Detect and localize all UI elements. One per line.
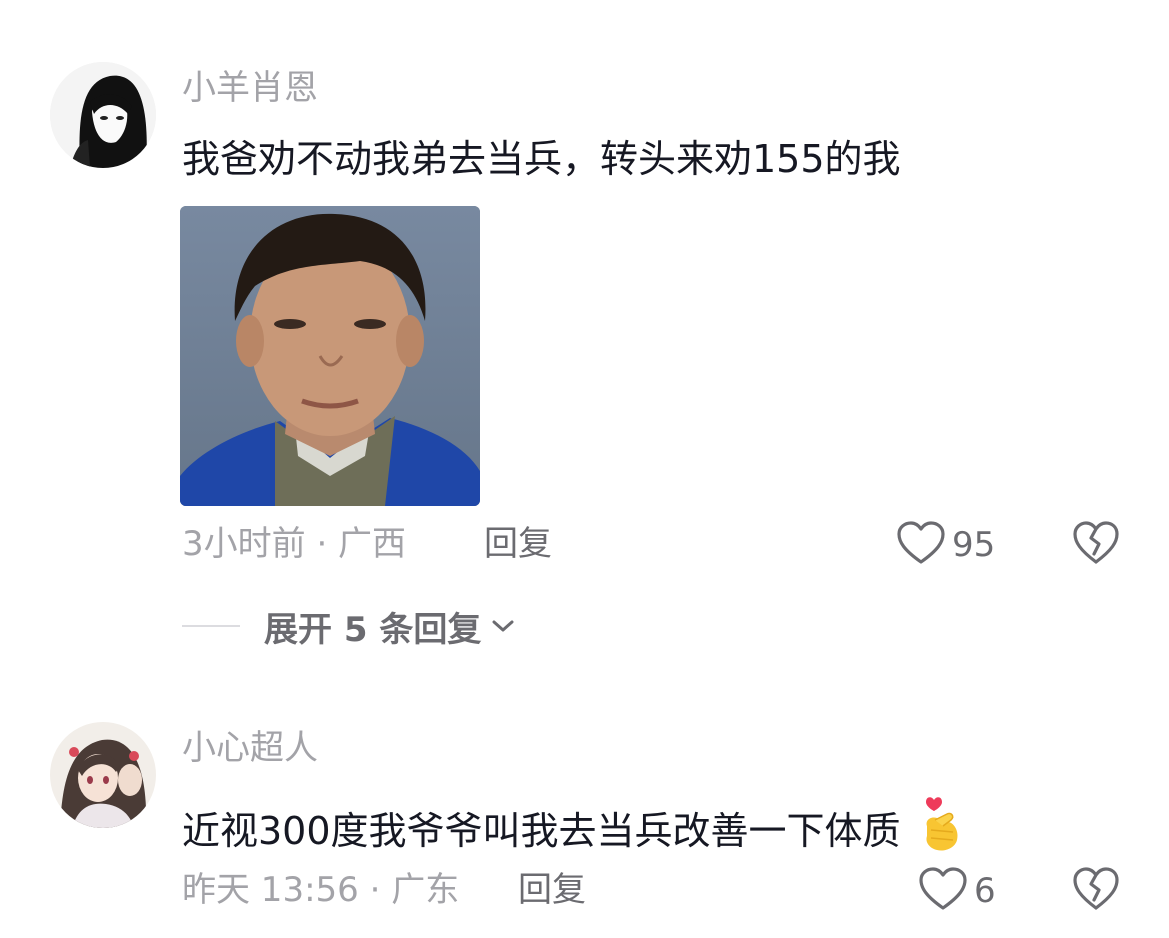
comment-username[interactable]: 小心超人 (182, 728, 318, 768)
avatar[interactable] (50, 722, 156, 828)
heart-icon (918, 866, 968, 916)
comment-text-content: 近视300度我爷爷叫我去当兵改善一下体质 (182, 809, 901, 853)
avatar-image (50, 722, 156, 828)
dislike-button[interactable] (1072, 866, 1120, 916)
finger-heart-emoji (919, 796, 963, 864)
broken-heart-icon (1072, 867, 1120, 916)
like-count: 6 (974, 871, 996, 911)
reply-button[interactable]: 回复 (518, 870, 586, 910)
comment-meta: 昨天 13:56 · 广东 (182, 870, 460, 910)
comment-item: 小心超人 近视300度我爷爷叫我去当兵改善一下体质 昨天 13:56 · 广东 … (0, 0, 1169, 938)
comment-text: 近视300度我爷爷叫我去当兵改善一下体质 (182, 796, 963, 864)
like-button[interactable]: 6 (918, 866, 996, 916)
